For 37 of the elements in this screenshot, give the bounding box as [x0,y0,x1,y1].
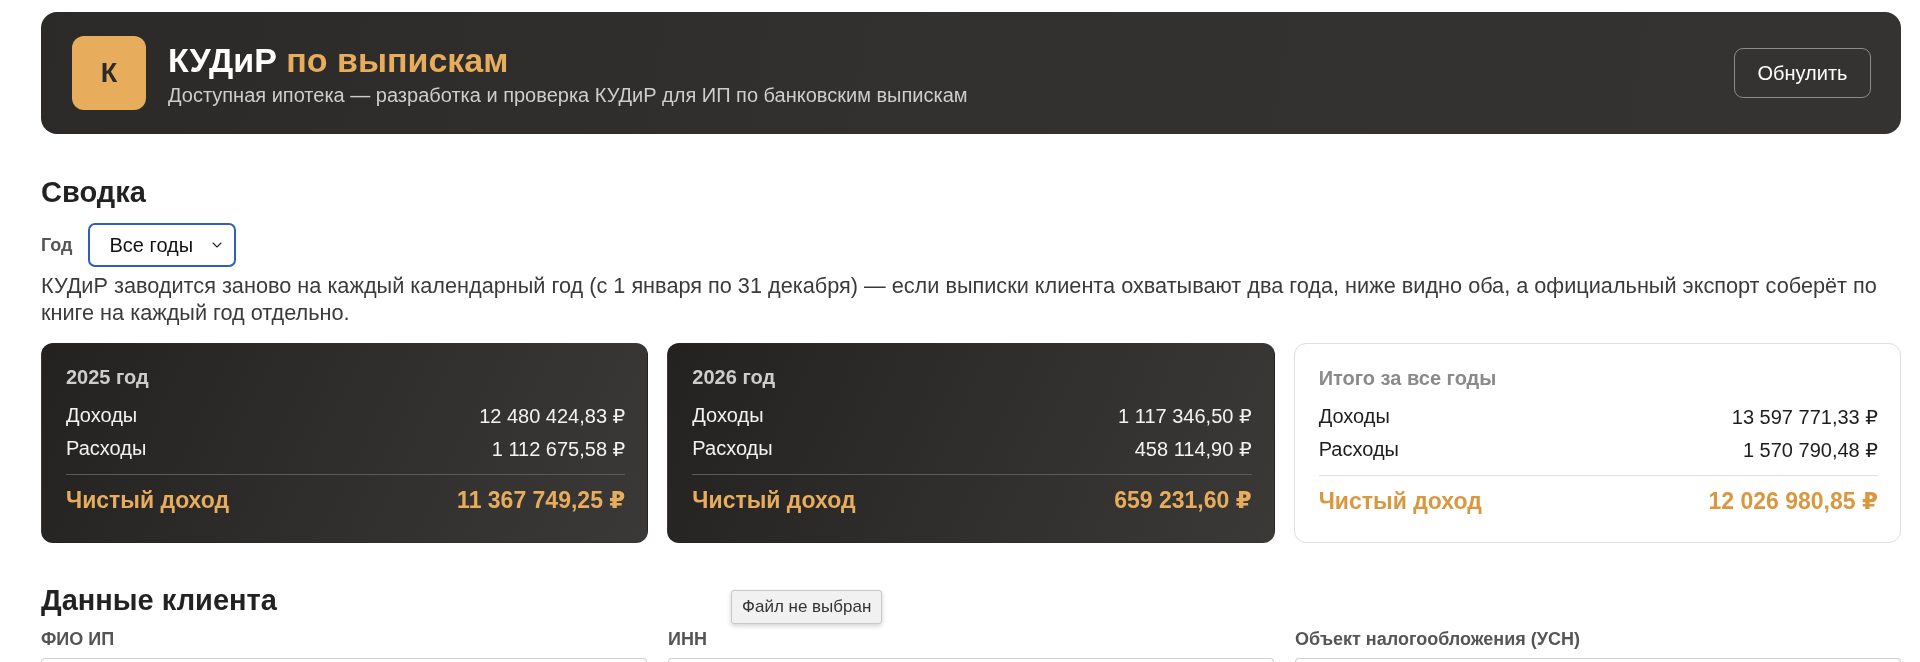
reset-button[interactable]: Обнулить [1734,48,1871,98]
field-label: Объект налогообложения (УСН) [1295,628,1580,650]
row-label: Доходы [692,404,764,427]
tooltip: Файл не выбран [731,590,883,624]
app-subtitle: Доступная ипотека — разработка и проверка КУДиР для ИП по банковским выпискам [168,82,968,107]
field-label: ИНН [668,628,707,650]
year-label: Год [41,234,73,256]
row-amount: 13 597 771,33 ₽ [1731,404,1878,429]
row-amount: 1 117 346,50 ₽ [1118,403,1252,428]
net-income-amount: 11 367 749,25 ₽ [457,486,626,514]
card-title: 2026 год [692,365,777,389]
input-field[interactable] [1295,658,1901,662]
row-label: Расходы [66,437,147,460]
row-amount: 1 570 790,48 ₽ [1742,437,1878,462]
row-amount: 12 480 424,83 ₽ [479,403,626,428]
row-label: Расходы [692,437,773,460]
field-label: ФИО ИП [41,628,115,650]
summary-note: КУДиР заводится заново на каждый календарный год (с 1 января по 31 декабря) — если выписки клиента охватывают два года, ниже видно оба, а официальный экспорт соберёт по книге на каждый год отдельно. [41,272,1878,326]
card-title: 2025 год [66,365,150,389]
net-income-label: Чистый доход [692,486,856,514]
row-label: Расходы [1318,438,1399,461]
net-income-amount: 659 231,60 ₽ [1114,486,1252,514]
input-field[interactable] [668,658,1274,662]
year-select[interactable]: Все годы [87,223,236,267]
row-label: Доходы [1318,405,1390,428]
section-heading: Сводка [41,175,146,209]
card-title: Итого за все годы [1318,366,1498,390]
input-field[interactable] [41,658,647,662]
net-income-label: Чистый доход [66,486,230,514]
row-label: Доходы [66,404,138,427]
net-income-label: Чистый доход [1318,487,1482,515]
net-income-amount: 12 026 980,85 ₽ [1708,487,1878,515]
section-heading: Данные клиента [41,583,277,617]
app-title: КУДиР по выпискам [168,39,509,80]
row-amount: 1 112 675,58 ₽ [491,436,626,461]
logo: К [72,36,146,110]
row-amount: 458 114,90 ₽ [1134,436,1252,461]
